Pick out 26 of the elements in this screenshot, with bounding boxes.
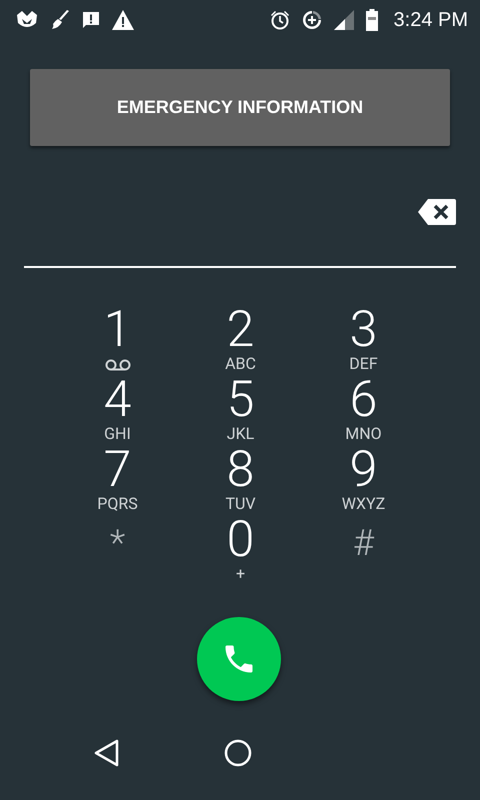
dial-key[interactable]: 6 MNO bbox=[302, 375, 425, 445]
warning-icon bbox=[112, 10, 134, 30]
battery-icon bbox=[366, 9, 378, 31]
broom-icon bbox=[50, 10, 70, 30]
dial-key[interactable]: 9 WXYZ bbox=[302, 445, 425, 515]
backspace-icon[interactable] bbox=[418, 199, 456, 225]
shield-icon bbox=[16, 11, 38, 29]
dial-key[interactable]: 3 DEF bbox=[302, 305, 425, 375]
dial-key[interactable]: 4 GHI bbox=[56, 375, 179, 445]
dial-key[interactable]: 2 ABC bbox=[179, 305, 302, 375]
dial-key[interactable]: 0 + bbox=[179, 515, 302, 585]
voicemail-icon bbox=[104, 359, 130, 371]
dial-key[interactable]: # bbox=[302, 515, 425, 585]
dial-key[interactable]: 1 bbox=[56, 305, 179, 375]
message-alert-icon bbox=[82, 11, 100, 29]
dial-key[interactable]: * bbox=[56, 515, 179, 585]
clock-time: 3:24 PM bbox=[394, 8, 468, 32]
data-saver-icon bbox=[302, 10, 322, 30]
dial-key[interactable]: 8 TUV bbox=[179, 445, 302, 515]
dial-key[interactable]: 7 PQRS bbox=[56, 445, 179, 515]
back-icon[interactable] bbox=[94, 739, 120, 767]
emergency-information-button[interactable]: EMERGENCY INFORMATION bbox=[30, 69, 450, 146]
home-icon[interactable] bbox=[224, 739, 252, 767]
dial-key[interactable]: 5 JKL bbox=[179, 375, 302, 445]
signal-icon bbox=[334, 10, 354, 30]
alarm-clock-icon bbox=[270, 10, 290, 30]
